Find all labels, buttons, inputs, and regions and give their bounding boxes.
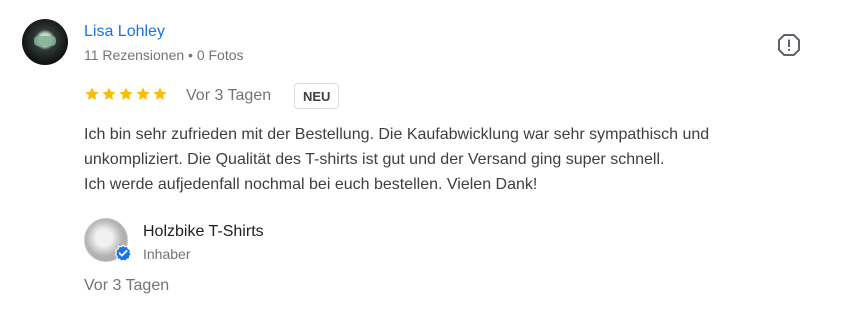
owner-role: Inhaber (143, 246, 191, 262)
reply-time: Vor 3 Tagen (84, 277, 170, 294)
new-badge: NEU (294, 83, 340, 109)
reviewer-avatar[interactable] (22, 19, 68, 65)
star-icon (85, 87, 99, 100)
review-text: Ich bin sehr zufrieden mit der Bestellun… (84, 122, 804, 197)
review-text-line: Ich werde aufjedenfall nochmal bei euch … (84, 176, 538, 193)
verified-check-icon (114, 244, 132, 262)
owner-name: Holzbike T-Shirts (143, 223, 264, 240)
star-rating (84, 86, 168, 104)
star-icon (153, 87, 167, 100)
star-icon (102, 87, 116, 100)
report-flag-icon[interactable] (777, 33, 801, 57)
reviewer-meta: 11 Rezensionen • 0 Fotos (84, 47, 244, 63)
star-icon (136, 87, 150, 100)
review-text-line: unkompliziert. Die Qualität des T-shirts… (84, 151, 665, 168)
star-icon (119, 87, 133, 100)
reviewer-name[interactable]: Lisa Lohley (84, 22, 165, 42)
review-time: Vor 3 Tagen (186, 87, 272, 104)
review-text-line: Ich bin sehr zufrieden mit der Bestellun… (84, 126, 710, 143)
